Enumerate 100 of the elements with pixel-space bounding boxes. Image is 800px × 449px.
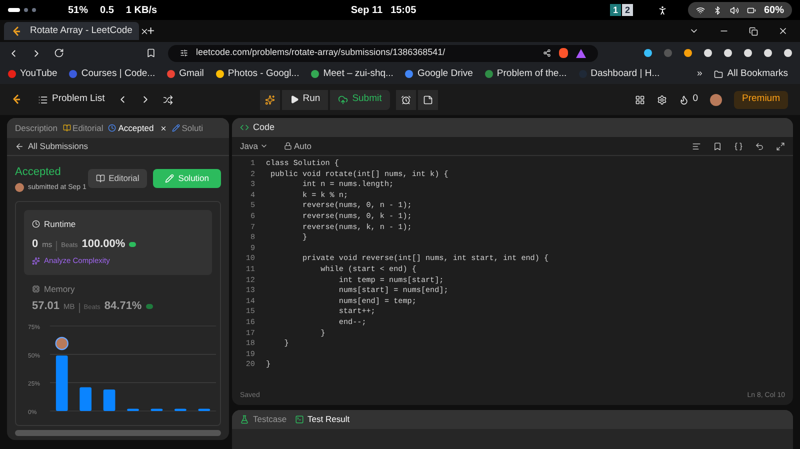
extension-icon[interactable]	[644, 49, 652, 57]
submit-button[interactable]: Submit	[330, 90, 390, 110]
sliders-icon	[180, 49, 188, 57]
share-icon	[543, 49, 551, 57]
avatar[interactable]	[710, 94, 722, 106]
extension-icon[interactable]	[784, 49, 792, 57]
extension-icon[interactable]	[744, 49, 752, 57]
memory-title: Memory	[44, 282, 75, 296]
panel-tab[interactable]: Soluti	[172, 122, 203, 134]
console-tab[interactable]: Testcase	[240, 413, 287, 426]
extension-icon[interactable]	[684, 49, 692, 57]
console-tab[interactable]: Test Result	[294, 413, 350, 426]
bookmark-item[interactable]: Gmail	[167, 66, 204, 82]
book-icon	[62, 124, 71, 132]
reload-icon	[54, 48, 64, 58]
code-icon	[240, 123, 249, 132]
chart-bar	[80, 387, 92, 411]
shuffle-icon	[162, 94, 173, 104]
bookmark-icon	[713, 142, 722, 150]
auto-toggle[interactable]: Auto	[284, 140, 312, 152]
sparkle-icon	[264, 94, 275, 104]
bookmark-item[interactable]: Meet – zui-shq...	[311, 66, 394, 82]
timer-button[interactable]	[396, 90, 416, 110]
status-pill[interactable]: 60%	[688, 2, 792, 18]
all-submissions-link[interactable]: All Submissions	[7, 138, 229, 156]
clock-time: 15:05	[390, 4, 416, 18]
beats-value: 84.71%	[104, 299, 142, 314]
avatar-marker	[55, 336, 68, 350]
language-select[interactable]: Java	[240, 140, 268, 152]
more-bookmarks-button[interactable]: »	[696, 66, 702, 82]
flask-icon	[240, 415, 249, 424]
chart-bar	[150, 408, 163, 411]
system-stat: 0.5	[100, 4, 114, 18]
bookmark-item[interactable]: YouTube	[8, 66, 58, 82]
premium-button[interactable]: Premium	[734, 90, 788, 108]
book-icon	[96, 174, 105, 183]
problem-list-button[interactable]: Problem List	[38, 92, 105, 107]
folder-icon	[714, 70, 724, 78]
workspace-button[interactable]: 1	[610, 4, 621, 16]
bookmark-item[interactable]: Dashboard | H...	[578, 66, 660, 82]
panel-tab[interactable]: Accepted	[108, 122, 167, 134]
status-text: Accepted	[15, 165, 62, 180]
chevron-down-icon	[260, 142, 268, 150]
streak-counter[interactable]: 0	[678, 92, 698, 107]
volume-icon	[730, 6, 739, 14]
clock-icon	[108, 124, 116, 132]
pencil-icon	[172, 124, 180, 132]
run-button[interactable]: Run	[282, 90, 328, 110]
workspace-button[interactable]: 2	[622, 4, 633, 16]
close-icon	[160, 124, 167, 132]
chart-bar	[198, 408, 210, 411]
all-bookmarks-button[interactable]: All Bookmarks	[714, 66, 788, 82]
wifi-icon	[696, 6, 705, 14]
memory-value: 57.01	[32, 299, 60, 314]
bluetooth-icon	[712, 6, 722, 14]
play-icon	[290, 95, 299, 104]
extension-icon[interactable]	[764, 49, 772, 57]
battery-icon	[746, 6, 756, 14]
close-icon	[140, 26, 150, 36]
extension-icon[interactable]	[704, 49, 712, 57]
lock-icon	[284, 142, 292, 150]
sparkle-icon	[32, 256, 40, 265]
back-arrow-icon	[15, 142, 24, 151]
terminal-icon	[294, 415, 304, 424]
panel-tab[interactable]: Description	[15, 122, 58, 134]
note-icon	[422, 94, 433, 104]
chart-bar	[103, 389, 116, 411]
chart-bar	[174, 408, 186, 411]
pencil-icon	[165, 174, 174, 183]
bookmark-item[interactable]: Problem of the...	[484, 66, 567, 82]
layout-icon	[634, 94, 645, 104]
bookmark-item[interactable]: Courses | Code...	[69, 66, 156, 82]
close-icon	[778, 26, 788, 36]
runtime-title: Runtime	[44, 218, 76, 231]
clock-date: Sep 11	[350, 4, 383, 18]
braces-icon	[734, 142, 743, 150]
panel-title: Code	[253, 120, 275, 134]
restore-icon	[749, 26, 758, 36]
note-button[interactable]	[418, 90, 438, 110]
expand-icon	[776, 142, 785, 150]
beats-value: 100.00%	[82, 236, 126, 252]
list-icon	[38, 94, 48, 104]
workspace-indicator	[8, 8, 20, 12]
address-bar[interactable]: leetcode.com/problems/rotate-array/submissions/1386368541/	[168, 44, 598, 62]
cloud-upload-icon	[338, 94, 348, 104]
bookmark-item[interactable]: Photos - Googl...	[216, 66, 300, 82]
runtime-value: 0	[32, 236, 38, 252]
undo-icon	[755, 142, 764, 150]
accessibility-icon	[656, 4, 668, 16]
panel-tab[interactable]: Editorial	[62, 122, 104, 134]
chart-bar	[127, 408, 139, 411]
system-stat: 51%	[68, 4, 88, 18]
new-tab-button[interactable]: +	[147, 21, 155, 41]
flame-icon	[678, 94, 689, 104]
format-icon	[692, 142, 701, 150]
bookmark-item[interactable]: Google Drive	[405, 66, 473, 82]
shield-icon	[559, 48, 568, 58]
extension-icon[interactable]	[724, 49, 732, 57]
debug-button[interactable]	[260, 90, 280, 110]
editorial-button[interactable]: Editorial	[88, 169, 148, 188]
